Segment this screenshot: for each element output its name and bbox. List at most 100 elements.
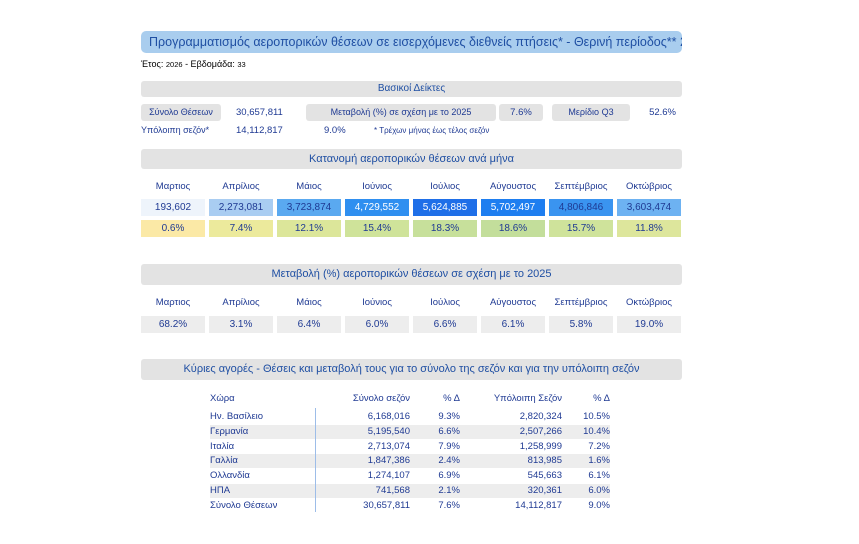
table-row: Γαλλία 1,847,386 2.4% 813,985 1.6% (210, 454, 610, 469)
dist-month-0: Μαρτιος (155, 181, 191, 192)
chg-month-0: Μαρτιος (155, 297, 191, 308)
dist-share-5: 18.6% (481, 220, 545, 237)
markets-col-header-1: Σύνολο σεζόν (352, 393, 410, 404)
chg-month-5: Αύγουστος (489, 297, 537, 308)
markets-cell-2-3: 1,258,999 (519, 440, 562, 452)
markets-col-header-4: % Δ (593, 393, 610, 404)
dist-month-6: Σεπτέμβριος (554, 181, 608, 192)
markets-col-header-2: % Δ (443, 393, 460, 404)
dist-seats-6: 4,806,846 (549, 199, 613, 216)
dist-month-1: Απρίλιος (222, 181, 260, 192)
table-row: Σύνολο Θέσεων 30,657,811 7.6% 14,112,817 9.0… (210, 499, 610, 513)
year-label: Έτος: (141, 59, 164, 69)
dist-share-6: 15.7% (549, 220, 613, 237)
markets-cell-4-2: 6.9% (438, 470, 460, 482)
markets-cell-6-3: 14,112,817 (515, 499, 562, 511)
year-week-line: Έτος: 2026 - Εβδομάδα: 33 (141, 59, 246, 69)
dist-seats-7: 3,603,474 (617, 199, 681, 216)
markets-header-row: Χώρα Σύνολο σεζόν % Δ Υπόλοιπη Σεζόν % Δ (210, 391, 610, 406)
chg-month-3: Ιούνιος (362, 297, 392, 308)
markets-cell-5-3: 320,361 (527, 485, 562, 496)
markets-cell-0-4: 10.5% (583, 411, 610, 422)
kpi-header: Βασικοί Δείκτες (141, 81, 682, 97)
chg-value-0: 68.2% (141, 316, 205, 333)
dist-month-3: Ιούνιος (362, 181, 392, 192)
markets-cell-6-2: 7.6% (438, 499, 460, 511)
markets-cell-1-2: 6.6% (438, 425, 460, 437)
markets-header: Κύριες αγορές - Θέσεις και μεταβολή τους… (141, 359, 682, 380)
week-label: - Εβδομάδα: (185, 59, 235, 69)
markets-cell-0-2: 9.3% (438, 411, 460, 422)
dist-seats-5: 5,702,497 (481, 199, 545, 216)
markets-cell-3-4: 1.6% (588, 455, 610, 467)
chg-value-3: 6.0% (345, 316, 409, 333)
markets-col-header-0: Χώρα (210, 393, 235, 404)
dist-share-4: 18.3% (413, 220, 477, 237)
dist-month-7: Οκτώβριος (625, 181, 672, 192)
chg-value-5: 6.1% (481, 316, 545, 333)
kpi-note: * Τρέχων μήνας έως τέλος σεζόν (374, 126, 490, 135)
chg-month-2: Μάιος (296, 297, 322, 308)
markets-cell-3-3: 813,985 (527, 455, 562, 467)
markets-cell-3-0: Γαλλία (210, 455, 238, 467)
year-value: 2026 (165, 60, 183, 69)
total-seats-label: Σύνολο Θέσεων (141, 104, 221, 121)
chg-month-1: Απρίλιος (222, 297, 260, 308)
total-seats-value: 30,657,811 (236, 107, 283, 118)
markets-cell-2-4: 7.2% (588, 440, 610, 452)
table-row: Ην. Βασίλειο 6,168,016 9.3% 2,820,324 10.5% (210, 410, 610, 424)
markets-cell-4-3: 545,663 (527, 470, 562, 482)
remaining-label: Υπόλοιπη σεζόν* (141, 125, 210, 135)
dist-seats-3: 4,729,552 (345, 199, 409, 216)
markets-cell-1-1: 5,195,540 (367, 425, 410, 437)
page-title: Προγραμματισμός αεροπορικών θέσεων σε ει… (141, 31, 682, 53)
markets-cell-4-4: 6.1% (588, 470, 610, 482)
markets-cell-6-1: 30,657,811 (363, 499, 410, 511)
change-header: Μεταβολή (%) αεροπορικών θέσεων σε σχέση… (141, 264, 682, 285)
dist-seats-2: 3,723,874 (277, 199, 341, 216)
markets-cell-5-4: 6.0% (588, 485, 610, 496)
markets-cell-5-2: 2.1% (438, 485, 460, 496)
table-row: Ιταλία 2,713,074 7.9% 1,258,999 7.2% (210, 440, 610, 454)
chg-value-2: 6.4% (277, 316, 341, 333)
dist-month-2: Μάιος (296, 181, 322, 192)
remaining-change: 9.0% (324, 125, 346, 136)
markets-cell-1-4: 10.4% (583, 425, 610, 437)
markets-cell-5-1: 741,568 (375, 485, 410, 496)
markets-cell-4-1: 1,274,107 (367, 470, 410, 482)
markets-cell-3-1: 1,847,386 (367, 455, 410, 467)
dist-seats-4: 5,624,885 (413, 199, 477, 216)
dist-month-5: Αύγουστος (489, 181, 537, 192)
dist-seats-0: 193,602 (141, 199, 205, 216)
dist-seats-1: 2,273,081 (209, 199, 273, 216)
chg-value-1: 3.1% (209, 316, 273, 333)
week-value: 33 (237, 60, 246, 69)
chg-month-6: Σεπτέμβριος (554, 297, 608, 308)
dist-share-0: 0.6% (141, 220, 205, 237)
table-row: ΗΠΑ 741,568 2.1% 320,361 6.0% (210, 484, 610, 498)
table-row: Γερμανία 5,195,540 6.6% 2,507,266 10.4% (210, 424, 610, 439)
change-value: 7.6% (499, 104, 543, 121)
share-label: Μερίδιο Q3 (552, 104, 630, 121)
share-value: 52.6% (649, 107, 676, 118)
dist-share-3: 15.4% (345, 220, 409, 237)
chg-value-4: 6.6% (413, 316, 477, 333)
dist-share-2: 12.1% (277, 220, 341, 237)
markets-col-header-3: Υπόλοιπη Σεζόν (493, 393, 562, 404)
dist-share-1: 7.4% (209, 220, 273, 237)
markets-cell-1-0: Γερμανία (210, 425, 249, 437)
chg-value-7: 19.0% (617, 316, 681, 333)
chg-month-4: Ιούλιος (430, 297, 460, 308)
markets-cell-0-1: 6,168,016 (367, 411, 410, 422)
markets-cell-2-1: 2,713,074 (367, 440, 410, 452)
distribution-header: Κατανομή αεροπορικών θέσεων ανά μήνα (141, 149, 682, 169)
markets-cell-4-0: Ολλανδία (210, 470, 250, 482)
chg-month-7: Οκτώβριος (625, 297, 672, 308)
change-label: Μεταβολή (%) σε σχέση με το 2025 (306, 104, 496, 121)
dist-month-4: Ιούλιος (430, 181, 460, 192)
markets-cell-0-3: 2,820,324 (519, 411, 562, 422)
markets-cell-6-4: 9.0% (588, 499, 610, 511)
markets-cell-5-0: ΗΠΑ (210, 485, 231, 496)
markets-cell-2-0: Ιταλία (210, 440, 235, 452)
markets-cell-6-0: Σύνολο Θέσεων (210, 499, 278, 511)
